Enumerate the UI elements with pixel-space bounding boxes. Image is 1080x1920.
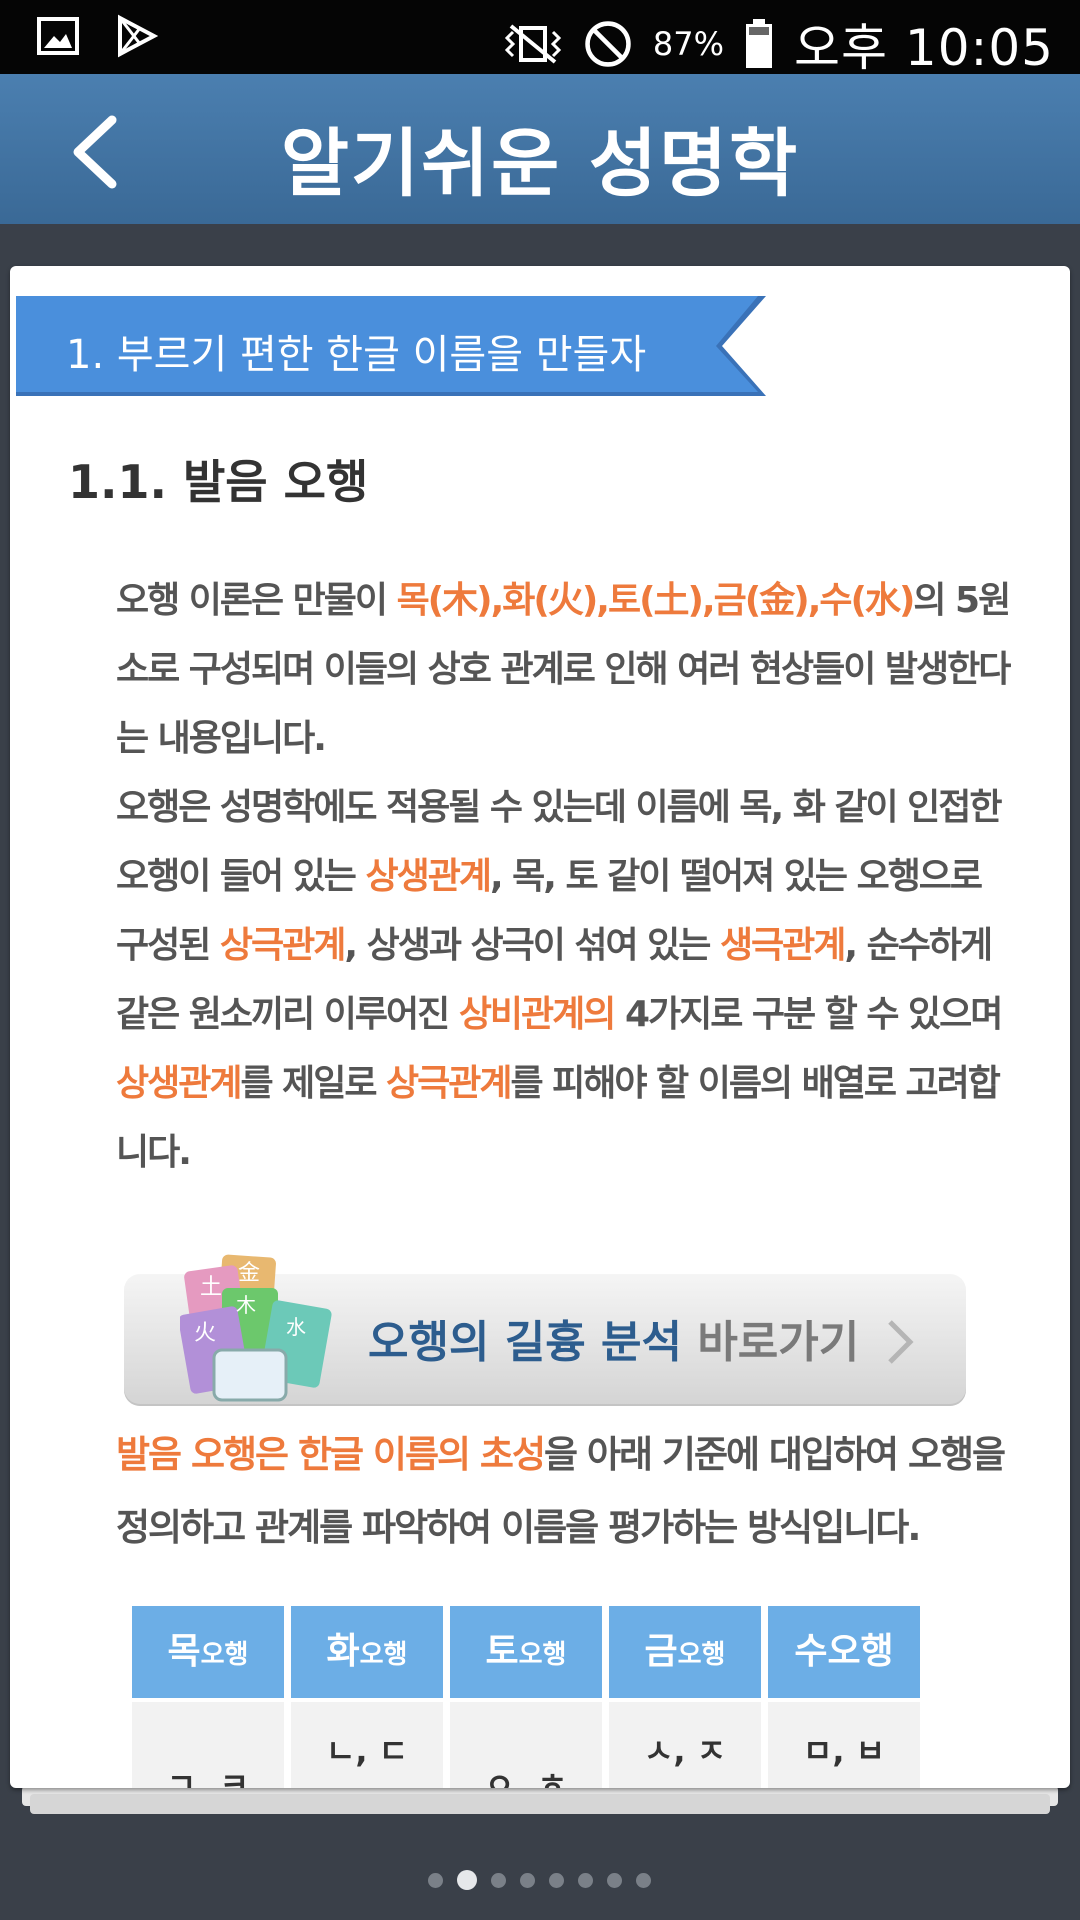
do-not-disturb-icon	[585, 21, 631, 67]
table-cell: ㄴ, ㄷ	[291, 1702, 443, 1788]
page-dot[interactable]	[549, 1872, 564, 1888]
water-glyph: 水	[286, 1315, 306, 1339]
page-dot[interactable]	[491, 1872, 506, 1888]
chevron-right-icon	[888, 1320, 914, 1364]
gallery-icon	[37, 17, 79, 55]
table-cell: ㅇ, ㅎ	[450, 1702, 602, 1788]
five-elements-analysis-label: 오행의 길흉 분석 바로가기	[368, 1317, 860, 1368]
clock: 오후 10:05	[794, 19, 1054, 77]
subsection-title: 1.1. 발음 오행	[68, 455, 369, 509]
page-dot[interactable]	[578, 1872, 593, 1888]
play-store-icon	[118, 14, 158, 58]
vibrate-icon	[504, 24, 561, 64]
card-stack-edge	[30, 1794, 1050, 1814]
page-title: 알기쉬운 성명학	[280, 121, 800, 207]
intro-paragraph: 오행 이론은 만물이 목(木),화(火),토(土),금(金),수(水)의 5원소…	[116, 580, 1011, 1173]
table-header-earth: 토오행	[450, 1606, 602, 1698]
metal-glyph: 金	[238, 1261, 260, 1286]
phonetic-elements-paragraph: 발음 오행은 한글 이름의 초성을 아래 기준에 대입하여 오행을 정의하고 관…	[116, 1433, 1006, 1549]
page-dot[interactable]	[607, 1872, 622, 1888]
page-dot[interactable]	[520, 1872, 535, 1888]
page-indicator	[428, 1870, 651, 1890]
section-ribbon-title: 1. 부르기 편한 한글 이름을 만들자	[66, 332, 647, 378]
table-cell: ㄱ, ㅋ	[132, 1702, 284, 1788]
table-cell: ㅅ, ㅈ	[609, 1702, 761, 1788]
earth-glyph: 土	[200, 1275, 222, 1300]
page-dot[interactable]	[428, 1872, 443, 1888]
fire-glyph: 火	[194, 1321, 216, 1346]
table-header-fire: 화오행	[291, 1606, 443, 1698]
status-bar: 87% 오후 10:05	[0, 0, 1080, 77]
battery-icon	[746, 19, 772, 68]
five-elements-cards-icon: 土 金 木 火 水	[180, 1254, 332, 1402]
content-card[interactable]: 1. 부르기 편한 한글 이름을 만들자 1.1. 발음 오행 오행 이론은 만…	[10, 266, 1070, 1788]
table-header-water: 수오행	[768, 1606, 920, 1698]
app-bar: 알기쉬운 성명학	[0, 74, 1080, 224]
table-header-wood: 목오행	[132, 1606, 284, 1698]
page-dot[interactable]	[636, 1872, 651, 1888]
wood-glyph: 木	[236, 1293, 256, 1317]
battery-percent: 87%	[652, 25, 724, 63]
table-cell: ㅁ, ㅂ	[768, 1702, 920, 1788]
page-dot-active[interactable]	[457, 1870, 477, 1890]
table-header-metal: 금오행	[609, 1606, 761, 1698]
